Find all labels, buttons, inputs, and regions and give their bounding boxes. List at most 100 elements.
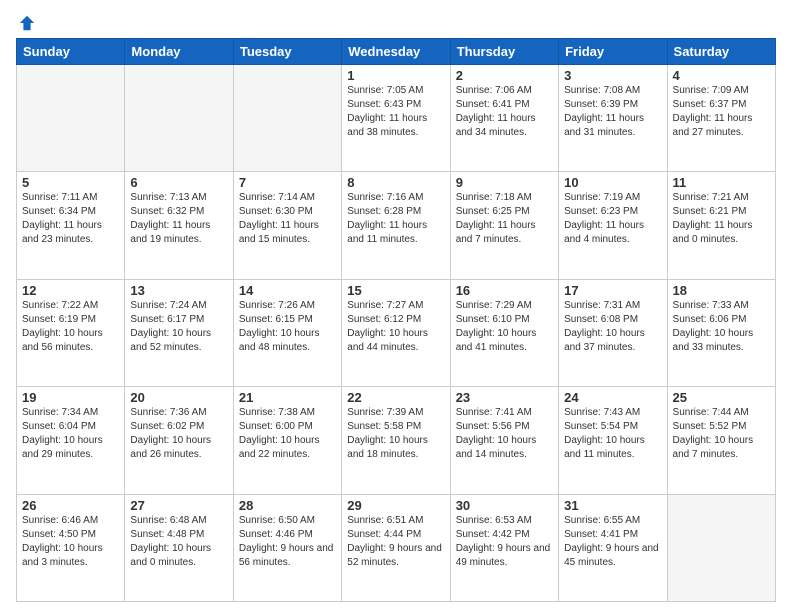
calendar-cell-4-1: 19Sunrise: 7:34 AMSunset: 6:04 PMDayligh… — [17, 387, 125, 494]
day-info: Sunrise: 7:34 AMSunset: 6:04 PMDaylight:… — [22, 406, 119, 462]
day-number: 17 — [564, 283, 661, 298]
day-info: Sunrise: 7:43 AMSunset: 5:54 PMDaylight:… — [564, 406, 661, 462]
day-info: Sunrise: 7:24 AMSunset: 6:17 PMDaylight:… — [130, 299, 227, 355]
calendar-header-wednesday: Wednesday — [342, 39, 450, 65]
logo — [16, 10, 36, 32]
day-number: 10 — [564, 175, 661, 190]
calendar-header-monday: Monday — [125, 39, 233, 65]
day-info: Sunrise: 7:22 AMSunset: 6:19 PMDaylight:… — [22, 299, 119, 355]
day-number: 1 — [347, 68, 444, 83]
day-number: 16 — [456, 283, 553, 298]
day-info: Sunrise: 6:50 AMSunset: 4:46 PMDaylight:… — [239, 514, 336, 570]
day-number: 8 — [347, 175, 444, 190]
day-info: Sunrise: 7:33 AMSunset: 6:06 PMDaylight:… — [673, 299, 770, 355]
day-info: Sunrise: 7:31 AMSunset: 6:08 PMDaylight:… — [564, 299, 661, 355]
day-info: Sunrise: 7:09 AMSunset: 6:37 PMDaylight:… — [673, 84, 770, 140]
day-number: 9 — [456, 175, 553, 190]
day-number: 13 — [130, 283, 227, 298]
page: SundayMondayTuesdayWednesdayThursdayFrid… — [0, 0, 792, 612]
day-number: 12 — [22, 283, 119, 298]
calendar-cell-2-6: 10Sunrise: 7:19 AMSunset: 6:23 PMDayligh… — [559, 172, 667, 279]
week-row-2: 5Sunrise: 7:11 AMSunset: 6:34 PMDaylight… — [17, 172, 776, 279]
day-info: Sunrise: 7:26 AMSunset: 6:15 PMDaylight:… — [239, 299, 336, 355]
day-number: 7 — [239, 175, 336, 190]
day-number: 18 — [673, 283, 770, 298]
day-info: Sunrise: 6:51 AMSunset: 4:44 PMDaylight:… — [347, 514, 444, 570]
day-info: Sunrise: 7:08 AMSunset: 6:39 PMDaylight:… — [564, 84, 661, 140]
calendar-cell-1-6: 3Sunrise: 7:08 AMSunset: 6:39 PMDaylight… — [559, 65, 667, 172]
day-number: 24 — [564, 390, 661, 405]
calendar-cell-2-5: 9Sunrise: 7:18 AMSunset: 6:25 PMDaylight… — [450, 172, 558, 279]
day-info: Sunrise: 7:05 AMSunset: 6:43 PMDaylight:… — [347, 84, 444, 140]
week-row-5: 26Sunrise: 6:46 AMSunset: 4:50 PMDayligh… — [17, 494, 776, 601]
day-number: 4 — [673, 68, 770, 83]
day-info: Sunrise: 7:41 AMSunset: 5:56 PMDaylight:… — [456, 406, 553, 462]
day-number: 6 — [130, 175, 227, 190]
day-info: Sunrise: 7:38 AMSunset: 6:00 PMDaylight:… — [239, 406, 336, 462]
day-number: 19 — [22, 390, 119, 405]
calendar-cell-1-4: 1Sunrise: 7:05 AMSunset: 6:43 PMDaylight… — [342, 65, 450, 172]
day-info: Sunrise: 6:55 AMSunset: 4:41 PMDaylight:… — [564, 514, 661, 570]
calendar-header-tuesday: Tuesday — [233, 39, 341, 65]
logo-icon — [18, 14, 36, 32]
day-number: 26 — [22, 498, 119, 513]
day-info: Sunrise: 6:48 AMSunset: 4:48 PMDaylight:… — [130, 514, 227, 570]
day-number: 21 — [239, 390, 336, 405]
day-number: 29 — [347, 498, 444, 513]
day-info: Sunrise: 7:11 AMSunset: 6:34 PMDaylight:… — [22, 191, 119, 247]
day-number: 5 — [22, 175, 119, 190]
day-info: Sunrise: 7:13 AMSunset: 6:32 PMDaylight:… — [130, 191, 227, 247]
day-info: Sunrise: 7:36 AMSunset: 6:02 PMDaylight:… — [130, 406, 227, 462]
calendar-cell-1-1 — [17, 65, 125, 172]
calendar-cell-4-2: 20Sunrise: 7:36 AMSunset: 6:02 PMDayligh… — [125, 387, 233, 494]
day-info: Sunrise: 7:44 AMSunset: 5:52 PMDaylight:… — [673, 406, 770, 462]
calendar-cell-5-4: 29Sunrise: 6:51 AMSunset: 4:44 PMDayligh… — [342, 494, 450, 601]
day-info: Sunrise: 7:39 AMSunset: 5:58 PMDaylight:… — [347, 406, 444, 462]
calendar-cell-5-7 — [667, 494, 775, 601]
calendar-cell-3-4: 15Sunrise: 7:27 AMSunset: 6:12 PMDayligh… — [342, 279, 450, 386]
day-info: Sunrise: 7:21 AMSunset: 6:21 PMDaylight:… — [673, 191, 770, 247]
calendar-cell-5-3: 28Sunrise: 6:50 AMSunset: 4:46 PMDayligh… — [233, 494, 341, 601]
day-info: Sunrise: 6:53 AMSunset: 4:42 PMDaylight:… — [456, 514, 553, 570]
day-info: Sunrise: 7:29 AMSunset: 6:10 PMDaylight:… — [456, 299, 553, 355]
week-row-4: 19Sunrise: 7:34 AMSunset: 6:04 PMDayligh… — [17, 387, 776, 494]
day-number: 15 — [347, 283, 444, 298]
day-number: 28 — [239, 498, 336, 513]
day-info: Sunrise: 7:06 AMSunset: 6:41 PMDaylight:… — [456, 84, 553, 140]
calendar-cell-3-7: 18Sunrise: 7:33 AMSunset: 6:06 PMDayligh… — [667, 279, 775, 386]
calendar-cell-5-6: 31Sunrise: 6:55 AMSunset: 4:41 PMDayligh… — [559, 494, 667, 601]
calendar-cell-3-6: 17Sunrise: 7:31 AMSunset: 6:08 PMDayligh… — [559, 279, 667, 386]
day-info: Sunrise: 7:27 AMSunset: 6:12 PMDaylight:… — [347, 299, 444, 355]
calendar-cell-5-1: 26Sunrise: 6:46 AMSunset: 4:50 PMDayligh… — [17, 494, 125, 601]
calendar-cell-4-6: 24Sunrise: 7:43 AMSunset: 5:54 PMDayligh… — [559, 387, 667, 494]
calendar-cell-2-4: 8Sunrise: 7:16 AMSunset: 6:28 PMDaylight… — [342, 172, 450, 279]
calendar-cell-2-2: 6Sunrise: 7:13 AMSunset: 6:32 PMDaylight… — [125, 172, 233, 279]
header — [16, 10, 776, 32]
day-number: 27 — [130, 498, 227, 513]
day-info: Sunrise: 7:14 AMSunset: 6:30 PMDaylight:… — [239, 191, 336, 247]
calendar-cell-2-3: 7Sunrise: 7:14 AMSunset: 6:30 PMDaylight… — [233, 172, 341, 279]
calendar-cell-3-3: 14Sunrise: 7:26 AMSunset: 6:15 PMDayligh… — [233, 279, 341, 386]
day-number: 31 — [564, 498, 661, 513]
calendar-cell-5-2: 27Sunrise: 6:48 AMSunset: 4:48 PMDayligh… — [125, 494, 233, 601]
calendar-header-sunday: Sunday — [17, 39, 125, 65]
calendar-cell-1-3 — [233, 65, 341, 172]
calendar-cell-4-4: 22Sunrise: 7:39 AMSunset: 5:58 PMDayligh… — [342, 387, 450, 494]
day-info: Sunrise: 7:19 AMSunset: 6:23 PMDaylight:… — [564, 191, 661, 247]
calendar-cell-1-5: 2Sunrise: 7:06 AMSunset: 6:41 PMDaylight… — [450, 65, 558, 172]
week-row-3: 12Sunrise: 7:22 AMSunset: 6:19 PMDayligh… — [17, 279, 776, 386]
calendar-cell-4-3: 21Sunrise: 7:38 AMSunset: 6:00 PMDayligh… — [233, 387, 341, 494]
day-number: 2 — [456, 68, 553, 83]
day-number: 11 — [673, 175, 770, 190]
day-info: Sunrise: 7:16 AMSunset: 6:28 PMDaylight:… — [347, 191, 444, 247]
calendar-cell-3-2: 13Sunrise: 7:24 AMSunset: 6:17 PMDayligh… — [125, 279, 233, 386]
day-number: 14 — [239, 283, 336, 298]
week-row-1: 1Sunrise: 7:05 AMSunset: 6:43 PMDaylight… — [17, 65, 776, 172]
day-number: 3 — [564, 68, 661, 83]
calendar-cell-4-5: 23Sunrise: 7:41 AMSunset: 5:56 PMDayligh… — [450, 387, 558, 494]
calendar-cell-3-5: 16Sunrise: 7:29 AMSunset: 6:10 PMDayligh… — [450, 279, 558, 386]
calendar-cell-1-2 — [125, 65, 233, 172]
day-number: 30 — [456, 498, 553, 513]
calendar-header-row: SundayMondayTuesdayWednesdayThursdayFrid… — [17, 39, 776, 65]
day-number: 25 — [673, 390, 770, 405]
